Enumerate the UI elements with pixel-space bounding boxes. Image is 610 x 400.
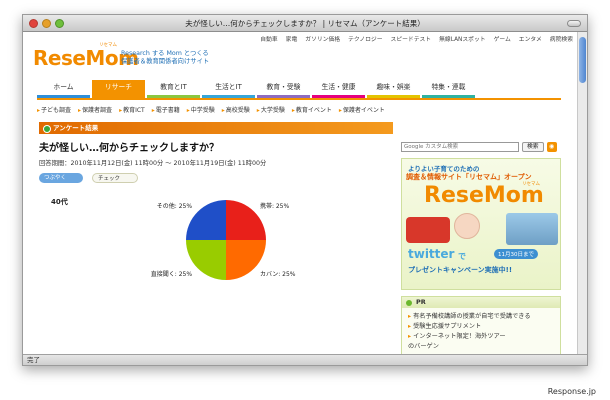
watermark: Response.jp	[547, 387, 596, 396]
pr-item[interactable]: インターネット限定！海外ツアー	[408, 332, 554, 342]
banner-logo-ruby: リセマム	[522, 182, 540, 187]
window-controls	[29, 19, 64, 28]
subnav-item[interactable]: 電子書籍	[152, 105, 180, 114]
banner-line-2: 調査＆情報サイト「リセマム」オープン	[406, 173, 532, 181]
search-button[interactable]: 検索	[522, 142, 544, 152]
subnav-item[interactable]: 大学受験	[257, 105, 285, 114]
main-nav-tab[interactable]: 教育とIT	[147, 80, 200, 98]
top-link[interactable]: ゲーム	[494, 34, 511, 43]
kids-photo	[506, 213, 558, 245]
main-nav-tab[interactable]: 趣味・娯楽	[367, 80, 420, 98]
pie-slice-label: 直接聞く: 25%	[151, 270, 193, 278]
baby-image	[454, 213, 480, 239]
top-link[interactable]: エンタメ	[519, 34, 542, 43]
top-link[interactable]: 病院検索	[550, 34, 573, 43]
scrollbar-thumb[interactable]	[579, 37, 586, 83]
zoom-window-button[interactable]	[55, 19, 64, 28]
pr-item[interactable]: 受験生応援サプリメント	[408, 322, 554, 332]
status-bar: 完了	[23, 354, 587, 365]
sidebar: 検索 ◉ よりよい子育てのための 調査＆情報サイト「リセマム」オープン Rese…	[401, 142, 561, 354]
sub-nav: 子ども調査 保護者調査 教育ICT 電子書籍 中学受験 高校受験 大学受験 教育…	[37, 105, 561, 114]
pie-slice-label: 携帯: 25%	[260, 202, 290, 210]
site-tagline: Research する Mom とつくる 保護者＆教育関係者向けサイト	[121, 50, 209, 66]
main-nav-tab[interactable]: 教育・受験	[257, 80, 310, 98]
page-viewport: 自動車 家電 ガソリン価格 テクノロジー スピードテスト 無線LANスポット ゲ…	[23, 32, 577, 354]
tagline-line-1: Research する Mom とつくる	[121, 50, 209, 57]
top-link[interactable]: スピードテスト	[391, 34, 432, 43]
twitter-suffix: で	[458, 252, 466, 261]
top-link[interactable]: 自動車	[260, 34, 277, 43]
top-link[interactable]: テクノロジー	[348, 34, 382, 43]
pr-box: PR 有名予備校講師の授業が自宅で受講できる 受験生応援サプリメント インターネ…	[401, 296, 561, 354]
search-box: 検索 ◉	[401, 142, 561, 152]
rss-icon[interactable]: ◉	[546, 142, 557, 152]
window-title: 夫が怪しい…何からチェックしますか？ | リセマム（アンケート結果）	[185, 19, 425, 28]
subnav-item[interactable]: 中学受験	[187, 105, 215, 114]
top-link[interactable]: 無線LANスポット	[439, 34, 485, 43]
subnav-item[interactable]: 教育イベント	[292, 105, 332, 114]
close-window-button[interactable]	[29, 19, 38, 28]
search-input[interactable]	[401, 142, 519, 152]
main-nav-tab[interactable]: 特集・連載	[422, 80, 475, 98]
main-nav: ホーム リサーチ 教育とIT 生活とIT 教育・受験 生活・健康 趣味・娯楽 特集・連載	[37, 79, 561, 98]
pr-item[interactable]: 有名予備校講師の授業が自宅で受講できる	[408, 312, 554, 322]
site-logo-ruby: リセマム	[99, 43, 117, 48]
main-nav-tab[interactable]: 生活・健康	[312, 80, 365, 98]
pr-list: 有名予備校講師の授業が自宅で受講できる 受験生応援サプリメント インターネット限…	[402, 308, 560, 354]
main-nav-tab[interactable]: ホーム	[37, 80, 90, 98]
pr-heading: PR	[402, 297, 560, 308]
section-header: アンケート結果	[39, 122, 393, 134]
main-nav-tab[interactable]: リサーチ	[92, 80, 145, 98]
subnav-item[interactable]: 教育ICT	[119, 105, 145, 114]
lunchbox-image	[406, 217, 450, 243]
window-titlebar: 夫が怪しい…何からチェックしますか？ | リセマム（アンケート結果）	[23, 15, 587, 32]
minimize-window-button[interactable]	[42, 19, 51, 28]
browser-window: 夫が怪しい…何からチェックしますか？ | リセマム（アンケート結果） 自動車 家…	[22, 14, 588, 366]
pr-item[interactable]: のバーゲン	[408, 342, 554, 352]
article-title: 夫が怪しい…何からチェックしますか？	[39, 143, 219, 154]
pie-slice-label: その他: 25%	[157, 202, 193, 210]
top-link[interactable]: 家電	[286, 34, 298, 43]
tweet-button[interactable]: つぶやく	[39, 173, 83, 183]
campaign-deadline-badge: 11月30日まで	[494, 249, 538, 259]
pie-slice-label: カバン: 25%	[260, 271, 296, 278]
pie-chart: 携帯: 25% カバン: 25% 直接聞く: 25% その他: 25%	[121, 180, 331, 300]
main-nav-tab[interactable]: 生活とIT	[202, 80, 255, 98]
nav-divider	[37, 98, 561, 100]
tagline-line-2: 保護者＆教育関係者向けサイト	[121, 58, 210, 65]
subnav-item[interactable]: 高校受験	[222, 105, 250, 114]
answer-period: 回答期間：2010年11月12日(金) 11時00分 ～ 2010年11月19日…	[39, 160, 267, 167]
campaign-banner[interactable]: よりよい子育てのための 調査＆情報サイト「リセマム」オープン ReseMom リ…	[401, 158, 561, 290]
subnav-item[interactable]: 保護者イベント	[339, 105, 385, 114]
toolbar-toggle-button[interactable]	[567, 20, 581, 27]
subnav-item[interactable]: 子ども調査	[37, 105, 71, 114]
pie-chart-svg: 携帯: 25% カバン: 25% 直接聞く: 25% その他: 25%	[151, 200, 296, 280]
top-links: 自動車 家電 ガソリン価格 テクノロジー スピードテスト 無線LANスポット ゲ…	[260, 34, 573, 43]
vertical-scrollbar[interactable]	[577, 32, 587, 354]
top-link[interactable]: ガソリン価格	[305, 34, 340, 43]
twitter-logo: twitter	[408, 247, 455, 261]
campaign-text: プレゼントキャンペーン実施中!!	[408, 266, 513, 274]
subnav-item[interactable]: 保護者調査	[78, 105, 112, 114]
